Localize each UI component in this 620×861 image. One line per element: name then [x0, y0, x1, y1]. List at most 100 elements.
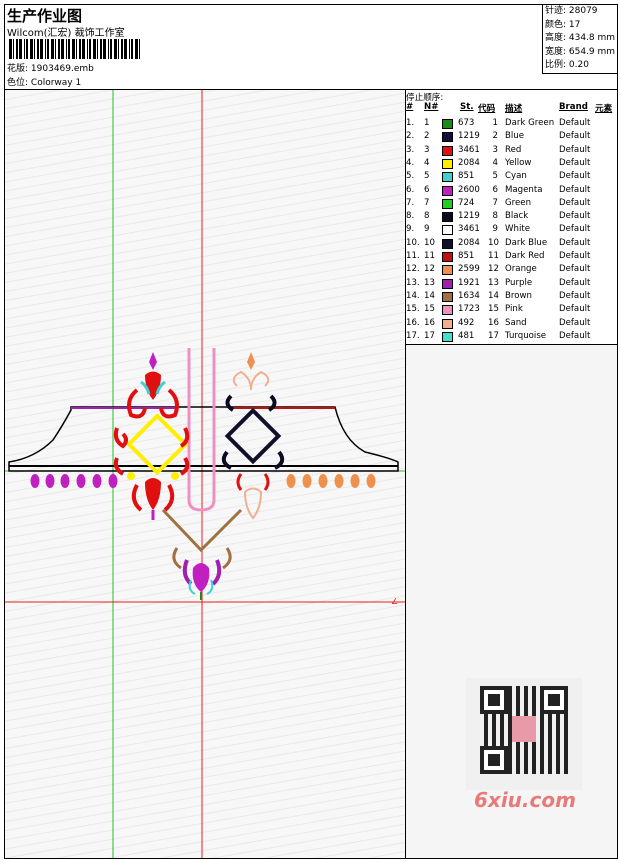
color-swatch	[442, 158, 453, 169]
color-swatch	[442, 119, 453, 129]
stop-row: 6. 6 2600 6 Magenta Default	[406, 185, 617, 198]
stat-scale: 比例: 0.20	[545, 60, 589, 70]
row-number: 16.	[406, 317, 420, 328]
col-brand: Brand	[559, 102, 588, 112]
row-needle: 4	[424, 157, 430, 168]
col-element: 元素	[595, 104, 613, 114]
color-swatch	[442, 252, 453, 262]
row-brand: Default	[559, 131, 591, 142]
row-brand: Default	[559, 224, 591, 235]
row-number: 8.	[406, 211, 415, 222]
stop-row: 3. 3 3461 3 Red Default	[406, 145, 617, 158]
row-needle: 2	[424, 131, 430, 142]
ornament-right	[221, 352, 285, 520]
drops-left	[30, 474, 118, 488]
stat-stitches: 针迹: 28079	[545, 6, 598, 16]
design-label: 花版:	[7, 64, 29, 74]
row-stitches: 1921	[458, 277, 480, 288]
row-brand: Default	[559, 184, 591, 195]
row-needle: 1	[424, 118, 430, 128]
color-swatch	[442, 331, 453, 342]
row-description: Blue	[505, 131, 525, 142]
row-needle: 6	[424, 184, 430, 195]
company-name: Wilcom(汇宏) 裁饰工作室	[7, 28, 125, 39]
stop-row: 16. 16 492 16 Sand Default	[406, 318, 617, 331]
collar-outline	[8, 406, 399, 472]
row-stitches: 851	[458, 251, 475, 261]
row-stitches: 1723	[458, 304, 480, 315]
row-needle: 17	[424, 330, 435, 341]
stop-row: 5. 5 851 5 Cyan Default	[406, 171, 617, 184]
row-code: 14	[488, 290, 499, 301]
drops-right	[286, 474, 376, 488]
row-needle: 3	[424, 144, 430, 155]
row-brand: Default	[559, 264, 591, 275]
row-code: 7	[492, 197, 498, 208]
row-brand: Default	[559, 118, 591, 128]
row-number: 9.	[406, 224, 415, 235]
row-code: 1	[492, 118, 498, 128]
row-number: 1.	[406, 118, 415, 128]
row-description: Red	[505, 144, 522, 155]
row-description: Purple	[505, 277, 533, 288]
row-number: 4.	[406, 157, 415, 168]
row-needle: 16	[424, 317, 435, 328]
row-description: Pink	[505, 304, 523, 315]
row-stitches: 1219	[458, 211, 480, 222]
row-code: 13	[488, 277, 499, 288]
row-needle: 9	[424, 224, 430, 235]
row-code: 8	[492, 211, 498, 222]
row-description: Cyan	[505, 171, 527, 182]
row-description: White	[505, 224, 530, 235]
row-brand: Default	[559, 317, 591, 328]
row-description: Dark Red	[505, 251, 545, 261]
design-file: 1903469.emb	[30, 64, 94, 74]
color-swatch	[442, 305, 453, 316]
stat-colors: 颜色: 17	[545, 19, 581, 30]
stop-row: 11. 11 851 11 Dark Red Default	[406, 251, 617, 264]
site-logo: 6xiu.com	[474, 788, 576, 812]
row-needle: 7	[424, 197, 430, 208]
row-description: Turquoise	[505, 330, 547, 341]
color-swatch	[442, 225, 453, 236]
row-stitches: 2600	[458, 184, 480, 195]
stop-sequence-header: # N# St. 代码 描述 Brand 元素	[406, 102, 617, 116]
stat-height: 高度: 434.8 mm	[545, 33, 616, 43]
row-needle: 10	[424, 237, 435, 248]
color-swatch	[442, 265, 453, 276]
row-stitches: 3461	[458, 224, 480, 235]
stop-row: 12. 12 2599 12 Orange Default	[406, 264, 617, 277]
row-number: 7.	[406, 197, 415, 208]
stop-row: 14. 14 1634 14 Brown Default	[406, 291, 617, 304]
embroidery-preview: ∠	[5, 90, 406, 858]
row-description: Sand	[505, 317, 527, 328]
color-swatch	[442, 172, 453, 183]
row-stitches: 1634	[458, 290, 480, 301]
row-code: 10	[488, 237, 499, 248]
color-swatch	[442, 132, 453, 143]
row-number: 13.	[406, 277, 420, 288]
row-stitches: 851	[458, 171, 475, 182]
stop-row: 2. 2 1219 2 Blue Default	[406, 131, 617, 144]
stat-width: 宽度: 654.9 mm	[545, 46, 616, 57]
row-stitches: 2599	[458, 264, 480, 275]
row-number: 6.	[406, 184, 415, 195]
stop-row: 7. 7 724 7 Green Default	[406, 198, 617, 211]
row-number: 11.	[406, 251, 420, 261]
worksheet-header: 生产作业图 Wilcom(汇宏) 裁饰工作室 花版: 1903469.emb 色…	[5, 5, 618, 90]
stop-row: 8. 8 1219 8 Black Default	[406, 211, 617, 224]
row-code: 12	[488, 264, 499, 275]
colorway-label: 色位:	[7, 78, 29, 88]
color-swatch	[442, 278, 453, 289]
row-needle: 8	[424, 211, 430, 222]
row-brand: Default	[559, 144, 591, 155]
stop-row: 17. 17 481 17 Turquoise Default	[406, 331, 617, 344]
row-needle: 5	[424, 171, 430, 182]
row-stitches: 2084	[458, 157, 480, 168]
row-stitches: 724	[458, 197, 475, 208]
ornament-left	[113, 352, 190, 520]
qr-code	[466, 678, 582, 790]
row-code: 5	[492, 171, 498, 182]
row-brand: Default	[559, 277, 591, 288]
color-swatch	[442, 185, 453, 196]
